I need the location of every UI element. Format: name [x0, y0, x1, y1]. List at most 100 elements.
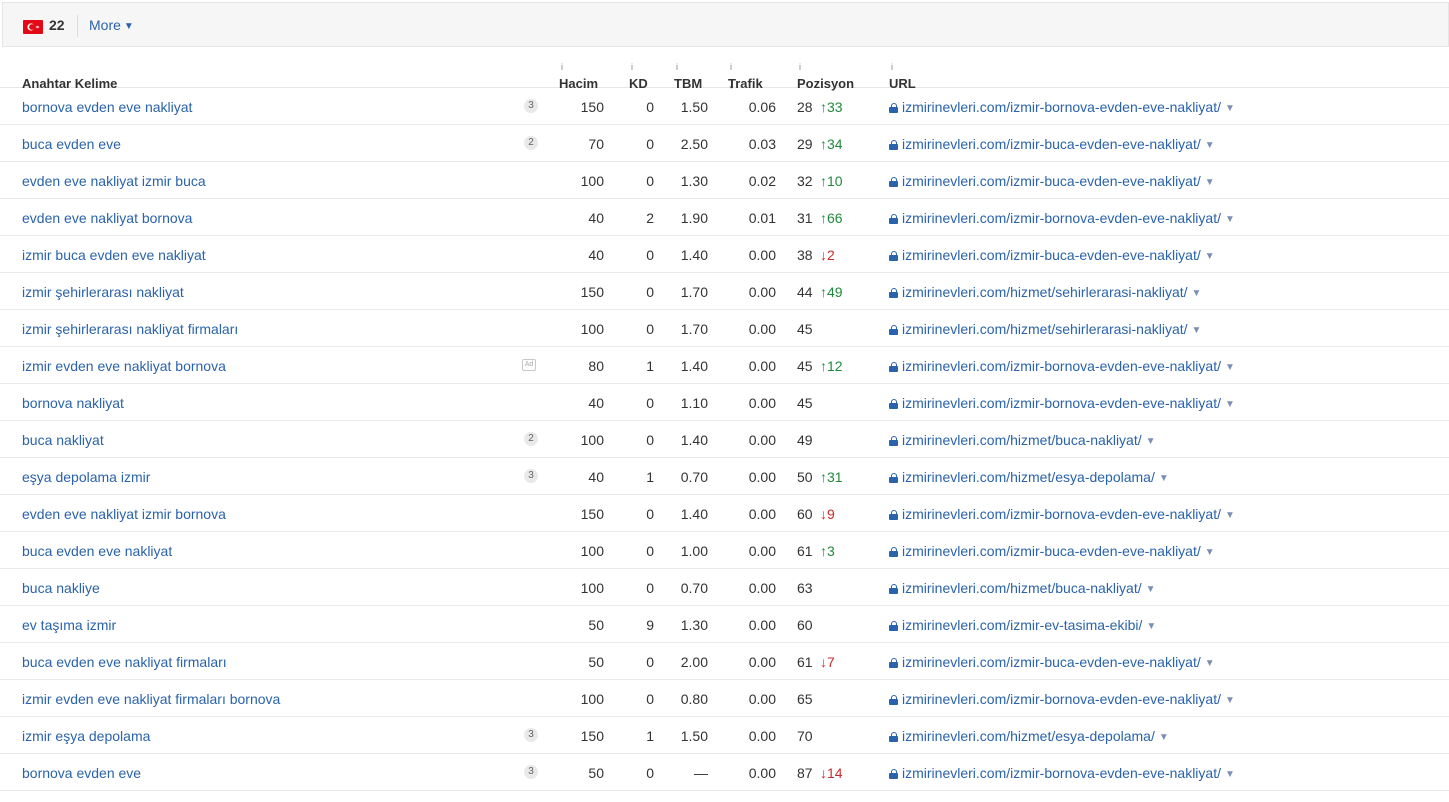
caret-down-icon[interactable]: ▼: [1205, 658, 1215, 669]
traffic-value: 0.00: [748, 543, 776, 559]
caret-down-icon[interactable]: ▼: [1159, 473, 1169, 484]
caret-down-icon[interactable]: ▼: [1159, 732, 1169, 743]
keyword-link[interactable]: bornova evden eve: [22, 765, 141, 781]
caret-down-icon[interactable]: ▼: [1192, 325, 1202, 336]
col-cpc[interactable]: TBM i: [674, 62, 702, 91]
table-row: evden eve nakliyat izmir bornova 150 0 1.40…: [0, 495, 1449, 532]
url-text: izmirinevleri.com/izmir-buca-evden-eve-n…: [902, 136, 1201, 152]
col-kd[interactable]: KD i: [629, 62, 648, 91]
keyword-link[interactable]: evden eve nakliyat bornova: [22, 210, 192, 226]
url-link[interactable]: izmirinevleri.com/izmir-bornova-evden-ev…: [889, 99, 1235, 115]
url-link[interactable]: izmirinevleri.com/izmir-bornova-evden-ev…: [889, 691, 1235, 707]
col-volume[interactable]: Hacim i: [559, 62, 598, 91]
url-text: izmirinevleri.com/izmir-buca-evden-eve-n…: [902, 543, 1201, 559]
kd-value: 1: [646, 728, 654, 744]
caret-down-icon[interactable]: ▼: [1225, 769, 1235, 780]
url-link[interactable]: izmirinevleri.com/izmir-bornova-evden-ev…: [889, 210, 1235, 226]
keyword-link[interactable]: izmir buca evden eve nakliyat: [22, 247, 206, 263]
caret-down-icon[interactable]: ▼: [1146, 584, 1156, 595]
keyword-link[interactable]: ev taşıma izmir: [22, 617, 116, 633]
serp-features-badge[interactable]: 2: [524, 136, 538, 150]
caret-down-icon[interactable]: ▼: [1225, 510, 1235, 521]
traffic-value: 0.06: [748, 99, 776, 115]
info-icon[interactable]: i: [676, 62, 678, 72]
traffic-value: 0.02: [748, 173, 776, 189]
lock-icon: [889, 399, 898, 409]
serp-features-badge[interactable]: 3: [524, 728, 538, 742]
keyword-link[interactable]: eşya depolama izmir: [22, 469, 150, 485]
table-row: bornova nakliyat 40 0 1.10 0.00 45 izmirinevle…: [0, 384, 1449, 421]
caret-down-icon[interactable]: ▼: [1146, 621, 1156, 632]
position-change: ↑33: [820, 99, 843, 115]
position-change: ↑12: [820, 358, 843, 374]
caret-down-icon[interactable]: ▼: [1205, 251, 1215, 262]
filter-bar: 22 More ▼: [2, 2, 1449, 47]
url-link[interactable]: izmirinevleri.com/izmir-bornova-evden-ev…: [889, 506, 1235, 522]
url-link[interactable]: izmirinevleri.com/izmir-bornova-evden-ev…: [889, 358, 1235, 374]
url-link[interactable]: izmirinevleri.com/hizmet/esya-depolama/ ▼: [889, 469, 1169, 485]
keyword-link[interactable]: izmir eşya depolama: [22, 728, 150, 744]
keyword-link[interactable]: evden eve nakliyat izmir bornova: [22, 506, 226, 522]
keyword-link[interactable]: buca nakliyat: [22, 432, 104, 448]
url-link[interactable]: izmirinevleri.com/hizmet/esya-depolama/ ▼: [889, 728, 1169, 744]
url-link[interactable]: izmirinevleri.com/izmir-ev-tasima-ekibi/…: [889, 617, 1156, 633]
info-icon[interactable]: i: [730, 62, 732, 72]
url-link[interactable]: izmirinevleri.com/izmir-buca-evden-eve-n…: [889, 543, 1215, 559]
info-icon[interactable]: i: [799, 62, 801, 72]
info-icon[interactable]: i: [561, 62, 563, 72]
caret-down-icon[interactable]: ▼: [1192, 288, 1202, 299]
caret-down-icon[interactable]: ▼: [1225, 399, 1235, 410]
col-position[interactable]: Pozisyon i: [797, 62, 854, 91]
keyword-link[interactable]: bornova nakliyat: [22, 395, 124, 411]
keyword-link[interactable]: buca evden eve nakliyat: [22, 543, 172, 559]
caret-down-icon[interactable]: ▼: [1225, 214, 1235, 225]
caret-down-icon[interactable]: ▼: [1205, 547, 1215, 558]
info-icon[interactable]: i: [631, 62, 633, 72]
position-change: ↓7: [820, 654, 835, 670]
url-link[interactable]: izmirinevleri.com/izmir-bornova-evden-ev…: [889, 395, 1235, 411]
url-link[interactable]: izmirinevleri.com/hizmet/sehirlerarasi-n…: [889, 284, 1201, 300]
keyword-link[interactable]: izmir evden eve nakliyat firmaları borno…: [22, 691, 280, 707]
lock-icon: [889, 658, 898, 668]
cpc-value: 1.10: [680, 395, 708, 411]
keyword-link[interactable]: evden eve nakliyat izmir buca: [22, 173, 206, 189]
url-text: izmirinevleri.com/izmir-ev-tasima-ekibi/: [902, 617, 1143, 633]
url-link[interactable]: izmirinevleri.com/izmir-bornova-evden-ev…: [889, 765, 1235, 781]
caret-down-icon[interactable]: ▼: [1225, 103, 1235, 114]
country-count[interactable]: 22: [49, 17, 65, 33]
keyword-link[interactable]: izmir evden eve nakliyat bornova: [22, 358, 226, 374]
caret-down-icon[interactable]: ▼: [1225, 695, 1235, 706]
keyword-link[interactable]: izmir şehirlerarası nakliyat firmaları: [22, 321, 238, 337]
cpc-value: 1.50: [680, 99, 708, 115]
serp-features-badge[interactable]: 3: [524, 469, 538, 483]
serp-features-badge[interactable]: 3: [524, 765, 538, 779]
url-text: izmirinevleri.com/hizmet/esya-depolama/: [902, 469, 1155, 485]
col-url[interactable]: URL i: [889, 62, 916, 91]
caret-down-icon[interactable]: ▼: [1205, 177, 1215, 188]
position-value: 49: [797, 432, 813, 448]
cpc-value: 0.70: [680, 580, 708, 596]
info-icon[interactable]: i: [891, 62, 893, 72]
url-link[interactable]: izmirinevleri.com/izmir-buca-evden-eve-n…: [889, 654, 1215, 670]
url-link[interactable]: izmirinevleri.com/izmir-buca-evden-eve-n…: [889, 173, 1215, 189]
caret-down-icon[interactable]: ▼: [1146, 436, 1156, 447]
serp-features-badge[interactable]: 3: [524, 99, 538, 113]
url-link[interactable]: izmirinevleri.com/hizmet/sehirlerarasi-n…: [889, 321, 1201, 337]
position-value: 50: [797, 469, 813, 485]
keyword-link[interactable]: bornova evden eve nakliyat: [22, 99, 192, 115]
url-link[interactable]: izmirinevleri.com/hizmet/buca-nakliyat/ ▼: [889, 580, 1156, 596]
table-header: Anahtar Kelime Hacim i KD i TBM i Trafik ↓ i…: [0, 48, 1449, 91]
url-link[interactable]: izmirinevleri.com/hizmet/buca-nakliyat/ ▼: [889, 432, 1156, 448]
keyword-link[interactable]: buca evden eve: [22, 136, 121, 152]
keyword-link[interactable]: buca evden eve nakliyat firmaları: [22, 654, 227, 670]
caret-down-icon[interactable]: ▼: [1205, 140, 1215, 151]
url-link[interactable]: izmirinevleri.com/izmir-buca-evden-eve-n…: [889, 247, 1215, 263]
caret-down-icon[interactable]: ▼: [1225, 362, 1235, 373]
url-link[interactable]: izmirinevleri.com/izmir-buca-evden-eve-n…: [889, 136, 1215, 152]
more-button[interactable]: More ▼: [89, 17, 134, 33]
keyword-link[interactable]: buca nakliye: [22, 580, 100, 596]
serp-features-badge[interactable]: 2: [524, 432, 538, 446]
keyword-link[interactable]: izmir şehirlerarası nakliyat: [22, 284, 184, 300]
traffic-value: 0.01: [748, 210, 776, 226]
col-traffic[interactable]: Trafik ↓ i: [728, 62, 763, 91]
